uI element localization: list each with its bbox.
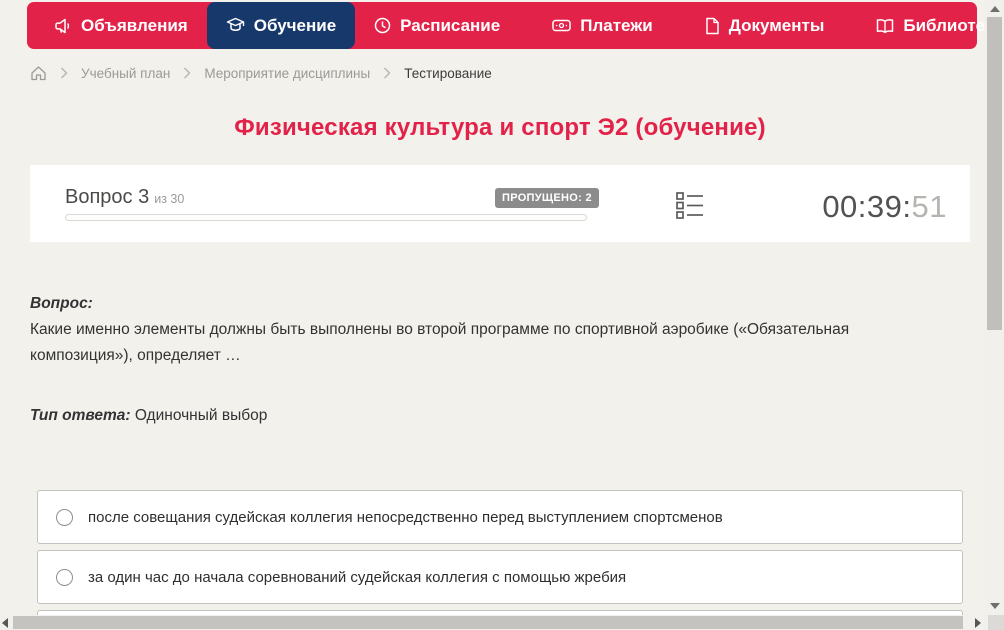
breadcrumb: Учебный план Мероприятие дисциплины Тест… xyxy=(30,63,492,83)
breadcrumb-item-discipline-event[interactable]: Мероприятие дисциплины xyxy=(204,66,370,81)
question-text: Какие именно элементы должны быть выполн… xyxy=(30,321,850,364)
progress-bar xyxy=(65,214,587,221)
home-icon[interactable] xyxy=(30,65,47,81)
answer-option-text: после совещания судейская коллегия непос… xyxy=(88,508,723,526)
answer-option-1[interactable]: после совещания судейская коллегия непос… xyxy=(37,490,963,544)
breadcrumb-item-curriculum[interactable]: Учебный план xyxy=(81,66,170,81)
horizontal-scrollbar-thumb[interactable] xyxy=(13,616,963,629)
nav-tab-documents[interactable]: Документы xyxy=(686,2,844,49)
question-number: Вопрос 3 из 30 xyxy=(65,186,184,209)
radio-button-icon[interactable] xyxy=(56,508,73,526)
skipped-badge: ПРОПУЩЕНО: 2 xyxy=(495,188,599,208)
answer-type-row: Тип ответа: Одиночный выбор xyxy=(30,403,951,429)
page-title: Физическая культура и спорт Э2 (обучение… xyxy=(234,114,766,141)
horizontal-scrollbar[interactable] xyxy=(0,615,988,630)
scroll-right-arrow-icon[interactable] xyxy=(975,618,981,628)
graduation-cap-icon xyxy=(226,17,245,34)
megaphone-icon xyxy=(54,17,72,35)
timer: 00:39:51 xyxy=(822,189,947,225)
vertical-scrollbar-thumb[interactable] xyxy=(987,17,1002,330)
chevron-right-icon xyxy=(183,67,191,79)
nav-tab-label: Расписание xyxy=(400,15,501,35)
nav-tab-label: Обучение xyxy=(253,15,337,35)
document-icon xyxy=(705,17,720,35)
chevron-right-icon xyxy=(383,67,391,79)
timer-seconds: 51 xyxy=(911,189,947,224)
nav-tab-announcements[interactable]: Объявления xyxy=(35,2,207,49)
scroll-left-arrow-icon[interactable] xyxy=(2,618,8,628)
nav-tab-payments[interactable]: Платежи xyxy=(533,2,672,49)
timer-hours-minutes: 00:39: xyxy=(822,189,912,224)
banknote-icon xyxy=(552,18,571,33)
clock-icon xyxy=(374,17,391,34)
question-number-label: Вопрос 3 xyxy=(65,186,150,208)
vertical-scrollbar[interactable] xyxy=(985,0,1004,630)
answer-option-text: за один час до начала соревнований судей… xyxy=(88,568,627,586)
nav-tab-label: Объявления xyxy=(81,15,188,35)
question-block: Вопрос: Какие именно элементы должны быт… xyxy=(30,291,951,429)
breadcrumb-item-testing: Тестирование xyxy=(404,65,492,81)
question-total-label: из 30 xyxy=(154,192,185,206)
nav-tab-learning[interactable]: Обучение xyxy=(206,2,356,49)
scroll-down-arrow-icon[interactable] xyxy=(990,603,1000,609)
radio-button-icon[interactable] xyxy=(56,568,73,586)
open-book-icon xyxy=(876,18,894,34)
chevron-right-icon xyxy=(60,67,68,79)
question-label: Вопрос: xyxy=(30,295,93,312)
nav-tab-label: Документы xyxy=(728,15,825,35)
nav-tab-library[interactable]: Библиотека xyxy=(857,2,1004,49)
answer-type-label: Тип ответа: xyxy=(30,407,131,424)
nav-tab-schedule[interactable]: Расписание xyxy=(355,2,519,49)
scroll-up-arrow-icon[interactable] xyxy=(990,6,1000,12)
nav-tab-label: Платежи xyxy=(580,15,653,35)
scrollbar-corner xyxy=(988,615,1004,630)
answer-type-value: Одиночный выбор xyxy=(134,407,268,424)
answer-options: после совещания судейская коллегия непос… xyxy=(37,490,963,630)
question-list-icon[interactable] xyxy=(676,192,704,224)
answer-option-2[interactable]: за один час до начала соревнований судей… xyxy=(37,550,963,604)
question-header-card: Вопрос 3 из 30 ПРОПУЩЕНО: 2 00:39:51 xyxy=(30,165,970,242)
main-navbar: Объявления Обучение Расписание Платежи Д… xyxy=(27,2,1003,49)
